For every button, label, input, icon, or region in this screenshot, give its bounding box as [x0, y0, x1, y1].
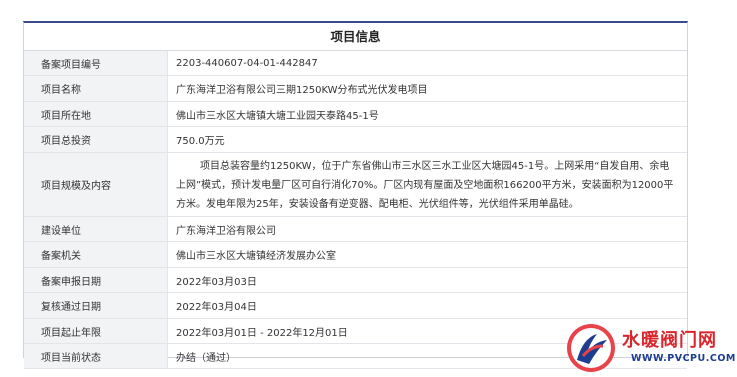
- table-row: 复核通过日期 2022年03月04日: [24, 292, 687, 319]
- row-value: 广东海洋卫浴有限公司三期1250KW分布式光伏发电项目: [167, 75, 687, 102]
- scale-description: 项目总装容量约1250KW，位于广东省佛山市三水区三水工业区大塘园45-1号。上…: [176, 161, 674, 210]
- row-value: 佛山市三水区大塘镇大塘工业园天泰路45-1号: [167, 101, 687, 127]
- row-label: 建设单位: [24, 216, 168, 242]
- table-row: 备案机关 佛山市三水区大塘镇经济发展办公室: [24, 241, 687, 268]
- table-row: 项目所在地 佛山市三水区大塘镇大塘工业园天泰路45-1号: [24, 101, 687, 127]
- watermark-logo-icon: [567, 324, 615, 372]
- row-label: 项目名称: [24, 75, 168, 102]
- row-value: 项目总装容量约1250KW，位于广东省佛山市三水区三水工业区大塘园45-1号。上…: [167, 152, 687, 217]
- watermark-name: 水暖阀门网: [622, 330, 717, 351]
- row-label: 项目规模及内容: [24, 152, 168, 217]
- table-row: 项目总投资 750.0万元: [24, 126, 687, 153]
- row-label: 项目总投资: [24, 126, 168, 153]
- row-label: 备案项目编号: [24, 51, 168, 76]
- row-value: 750.0万元: [167, 126, 687, 153]
- watermark-url: WWW.PVCPU.COM: [631, 353, 736, 364]
- row-label: 备案机关: [24, 241, 168, 268]
- row-label: 项目起止年限: [24, 318, 168, 344]
- table-row: 备案项目编号 2203-440607-04-01-442847: [24, 51, 687, 76]
- row-value: 2022年03月04日: [167, 292, 687, 319]
- row-label: 项目当前状态: [24, 343, 168, 369]
- site-watermark: 水暖阀门网 WWW.PVCPU.COM: [563, 318, 737, 377]
- panel-title: 项目信息: [24, 23, 687, 51]
- row-label: 备案申报日期: [24, 267, 168, 293]
- row-value: 广东海洋卫浴有限公司: [167, 216, 687, 242]
- row-value: 2022年03月03日: [167, 267, 687, 293]
- row-label: 项目所在地: [24, 101, 168, 127]
- table-row: 建设单位 广东海洋卫浴有限公司: [24, 216, 687, 242]
- row-value: 2203-440607-04-01-442847: [167, 51, 687, 76]
- table-row: 备案申报日期 2022年03月03日: [24, 267, 687, 293]
- row-label: 复核通过日期: [24, 292, 168, 319]
- table-row: 项目规模及内容 项目总装容量约1250KW，位于广东省佛山市三水区三水工业区大塘…: [24, 152, 687, 217]
- project-info-panel: 项目信息 备案项目编号 2203-440607-04-01-442847 项目名…: [23, 21, 688, 369]
- table-row: 项目名称 广东海洋卫浴有限公司三期1250KW分布式光伏发电项目: [24, 75, 687, 102]
- row-value: 佛山市三水区大塘镇经济发展办公室: [167, 241, 687, 268]
